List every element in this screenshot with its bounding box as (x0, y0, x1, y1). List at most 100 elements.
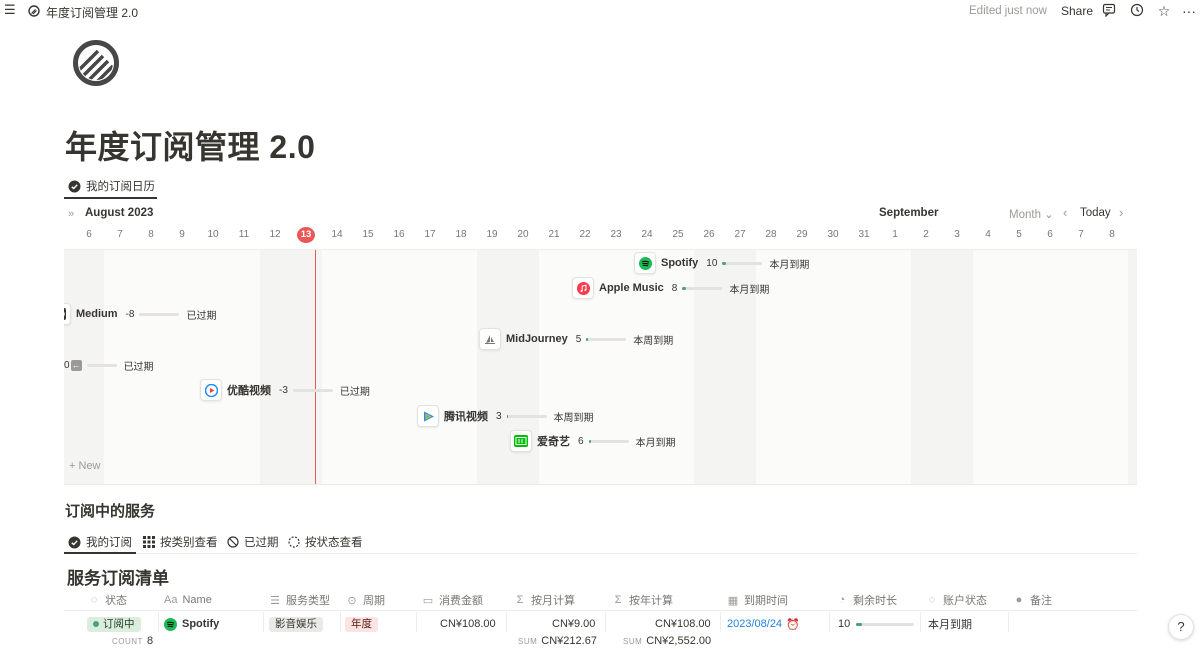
check-circle-icon (68, 536, 81, 549)
column-header-status[interactable]: ◌ 状态 (88, 589, 127, 611)
day-number[interactable]: 2 (911, 227, 941, 243)
day-number[interactable]: 19 (477, 227, 507, 243)
day-number[interactable]: 27 (725, 227, 755, 243)
view-mode-select[interactable]: Month ⌄ (1009, 207, 1054, 221)
sum-monthly-aggregate[interactable]: SUM CN¥212.67 (518, 635, 597, 647)
day-number[interactable]: 4 (973, 227, 1003, 243)
help-button[interactable]: ? (1168, 614, 1194, 640)
event-days-left: 8 (671, 282, 678, 294)
name-cell[interactable]: Spotify (164, 616, 219, 632)
day-number[interactable]: 8 (1097, 227, 1127, 243)
page-title[interactable]: 年度订阅管理 2.0 (65, 122, 315, 168)
day-number[interactable]: 10 (198, 227, 228, 243)
next-month-button[interactable]: › (1119, 205, 1123, 220)
event-progress-bar (139, 312, 180, 316)
calendar-event-truncated[interactable]: 0 ← 已过期 (64, 354, 154, 376)
monthly-cell[interactable]: CN¥9.00 (552, 616, 595, 632)
tab-expired[interactable]: 已过期 (226, 530, 279, 554)
day-number[interactable]: 6 (1035, 227, 1065, 243)
share-button[interactable]: Share (1061, 4, 1093, 18)
day-number[interactable]: 12 (260, 227, 290, 243)
status-badge[interactable]: 订阅中 (87, 616, 141, 632)
column-header-due-date[interactable]: ▦ 到期时间 (727, 589, 788, 611)
star-icon[interactable]: ☆ (1156, 3, 1172, 19)
day-number[interactable]: 7 (105, 227, 135, 243)
day-number[interactable]: 23 (601, 227, 631, 243)
menu-icon[interactable]: ☰ (4, 3, 16, 16)
day-number[interactable]: 26 (694, 227, 724, 243)
striped-circle-icon[interactable] (72, 39, 120, 87)
day-number[interactable]: 29 (787, 227, 817, 243)
day-number[interactable]: 11 (229, 227, 259, 243)
day-number[interactable]: 20 (508, 227, 538, 243)
calendar-event-midjourney[interactable]: MidJourney 5 本周到期 (479, 328, 673, 350)
calendar-event-spotify[interactable]: Spotify 10 本月到期 (634, 252, 809, 274)
tab-subscription-calendar[interactable]: 我的订阅日历 (68, 174, 155, 198)
yearly-cell[interactable]: CN¥108.00 (655, 616, 711, 632)
day-number[interactable]: 25 (663, 227, 693, 243)
calendar-event-tencent-video[interactable]: 腾讯视频 3 本周到期 (417, 405, 594, 427)
count-aggregate[interactable]: COUNT 8 (112, 635, 153, 647)
account-status-cell[interactable]: 本月到期 (928, 616, 972, 632)
column-header-remaining[interactable]: ◔ 剩余时长 (836, 589, 897, 611)
calendar-event-medium[interactable]: Medium -8 已过期 (64, 303, 216, 325)
sum-yearly-aggregate[interactable]: SUM CN¥2,552.00 (623, 635, 711, 647)
day-number[interactable]: 22 (570, 227, 600, 243)
day-number[interactable]: 5 (1004, 227, 1034, 243)
table-title[interactable]: 服务订阅清单 (67, 564, 169, 589)
tab-by-category[interactable]: 按类别查看 (142, 530, 218, 554)
day-number[interactable]: 24 (632, 227, 662, 243)
remaining-cell[interactable]: 10 (838, 616, 915, 632)
today-button[interactable]: Today (1080, 207, 1111, 219)
column-header-note[interactable]: ● 备注 (1013, 589, 1052, 611)
column-header-monthly[interactable]: Σ 按月计算 (514, 589, 575, 611)
day-number[interactable]: 9 (167, 227, 197, 243)
day-number[interactable]: 17 (415, 227, 445, 243)
day-number[interactable]: 8 (136, 227, 166, 243)
new-event-button[interactable]: + New (69, 460, 101, 472)
today-day-badge[interactable]: 13 (297, 227, 315, 243)
status-pill: 订阅中 (87, 616, 141, 632)
comment-icon[interactable] (1101, 3, 1117, 19)
day-number[interactable]: 15 (353, 227, 383, 243)
day-number[interactable]: 31 (849, 227, 879, 243)
column-header-cycle[interactable]: ⊙ 周期 (346, 589, 385, 611)
column-header-type[interactable]: ☰ 服务类型 (269, 589, 330, 611)
status-icon: ◌ (928, 594, 936, 606)
day-number[interactable]: 16 (384, 227, 414, 243)
due-date-cell[interactable]: 2023/08/24 ⏰ (727, 616, 800, 632)
column-label: 到期时间 (744, 595, 788, 607)
cycle-cell[interactable]: 年度 (345, 616, 378, 632)
day-number[interactable]: 21 (539, 227, 569, 243)
calendar-event-youku[interactable]: 优酷视频 -3 已过期 (200, 379, 370, 401)
day-number[interactable]: 7 (1066, 227, 1096, 243)
table-row[interactable]: 订阅中 Spotify 影音娱乐 年度 CN¥108.00 CN¥9.00 CN… (64, 613, 1137, 633)
type-cell[interactable]: 影音娱乐 (269, 616, 323, 632)
new-label: New (78, 460, 101, 472)
day-number[interactable]: 14 (322, 227, 352, 243)
day-number[interactable]: 30 (818, 227, 848, 243)
day-number[interactable]: 18 (446, 227, 476, 243)
tab-my-subscriptions[interactable]: 我的订阅 (68, 530, 132, 554)
column-header-name[interactable]: Aa Name (164, 589, 212, 611)
column-header-account-status[interactable]: ◌ 账户状态 (926, 589, 987, 611)
section-title[interactable]: 订阅中的服务 (65, 500, 155, 521)
column-header-amount[interactable]: ▭ 消费金额 (422, 589, 483, 611)
double-chevron-icon[interactable]: » (68, 208, 74, 220)
tab-by-status[interactable]: 按状态查看 (287, 530, 363, 554)
day-number[interactable]: 6 (74, 227, 104, 243)
amount-cell[interactable]: CN¥108.00 (440, 616, 496, 632)
more-icon[interactable]: ··· (1181, 3, 1197, 19)
breadcrumb-title[interactable]: 年度订阅管理 2.0 (46, 4, 138, 21)
day-number[interactable]: 1 (880, 227, 910, 243)
column-header-yearly[interactable]: Σ 按年计算 (612, 589, 673, 611)
history-icon[interactable] (1129, 3, 1145, 19)
prev-month-button[interactable]: ‹ (1063, 205, 1067, 220)
day-number[interactable]: 28 (756, 227, 786, 243)
spotify-icon (164, 617, 177, 631)
calendar-event-iqiyi[interactable]: 爱奇艺 6 本月到期 (510, 430, 676, 452)
day-number[interactable]: 3 (942, 227, 972, 243)
calendar-event-apple-music[interactable]: Apple Music 8 本月到期 (572, 277, 769, 299)
calendar-grid[interactable]: Spotify 10 本月到期 Apple Music 8 本月到期 Mediu… (64, 249, 1137, 485)
column-label: 消费金额 (439, 595, 483, 607)
